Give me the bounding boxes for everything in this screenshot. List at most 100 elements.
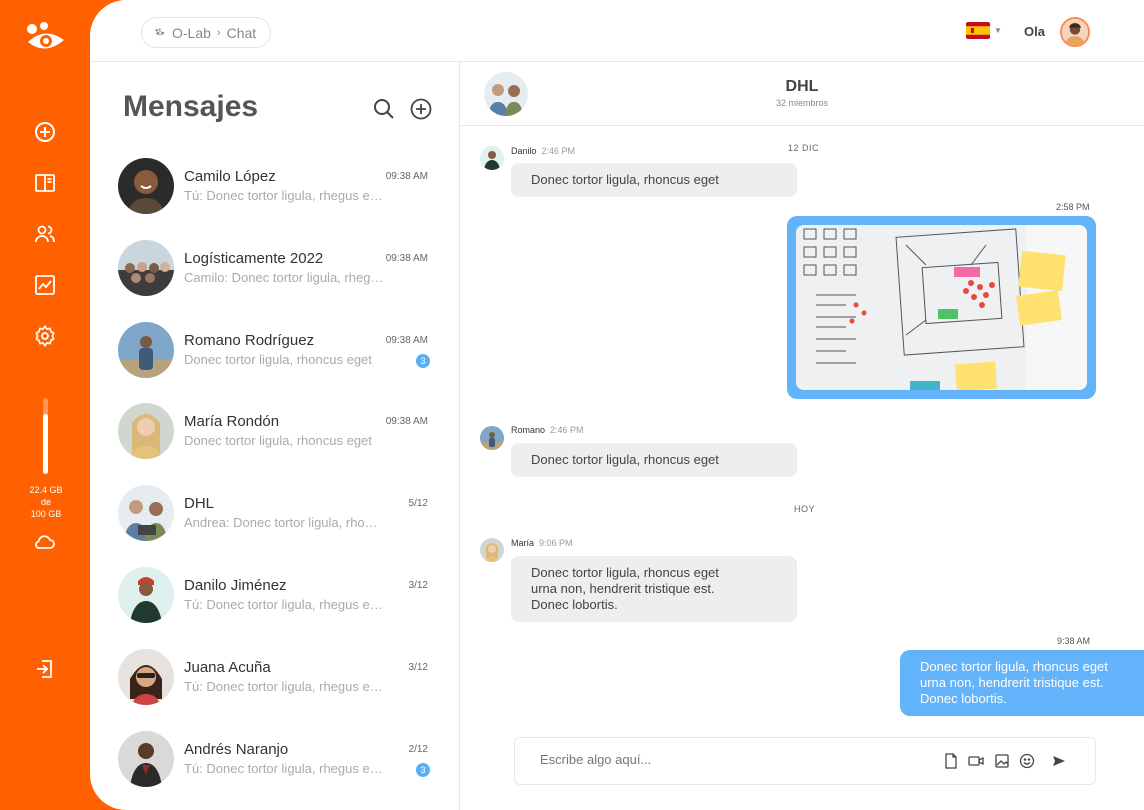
conversation-time: 2/12 <box>408 743 428 755</box>
conversation-item[interactable]: Romano Rodríguez 09:38 AM Donec tortor l… <box>90 318 460 400</box>
avatar <box>118 239 174 296</box>
o-lab-logo[interactable] <box>22 20 68 60</box>
conversation-name: Camilo López <box>184 168 276 185</box>
message-meta: Danilo 2:46 PM <box>511 146 575 156</box>
messages-title: Mensajes <box>123 90 259 123</box>
search-icon[interactable] <box>373 98 395 120</box>
message-time: 2:46 PM <box>541 146 576 156</box>
conversation-preview: Tú: Donec tortor ligula, rhegus eget <box>184 188 384 203</box>
storage-used: 22.4 GB <box>29 485 63 495</box>
conversation-time: 09:38 AM <box>385 334 428 346</box>
top-bar: O-Lab › Chat ▼ Ola <box>90 0 1144 62</box>
date-separator: 12 DIC <box>788 143 820 153</box>
image-message[interactable] <box>787 216 1096 399</box>
seen-eye-icon <box>1099 705 1113 715</box>
avatar <box>480 426 504 450</box>
message-line: urna non, hendrerit tristique est. <box>920 675 1104 690</box>
message-bubble: Donec tortor ligula, rhoncus eget <box>511 163 797 197</box>
video-icon[interactable] <box>968 753 984 769</box>
message-line: Donec tortor ligula, rhoncus eget <box>920 659 1108 674</box>
conversation-name: María Rondón <box>184 413 280 431</box>
message-sender: María <box>511 538 535 548</box>
main-panel: O-Lab › Chat ▼ Ola Mensajes Camilo López… <box>90 0 1144 810</box>
emoji-icon[interactable] <box>1019 753 1035 769</box>
breadcrumb-page: Chat <box>226 24 257 41</box>
attach-file-icon[interactable] <box>943 753 959 769</box>
conversation-name: Logísticamente 2022 <box>184 249 324 267</box>
conversation-time: 5/12 <box>408 498 428 510</box>
chat-members-count: 32 miembros <box>775 98 829 108</box>
message-time: 9:38 AM <box>1057 636 1091 646</box>
conversation-preview: Tú: Donec tortor ligula, rhegus eget <box>184 596 384 612</box>
conversation-preview: Andrea: Donec tortor ligula, rhoncus <box>184 515 384 531</box>
add-circle-icon[interactable] <box>33 120 57 144</box>
message-input[interactable] <box>540 752 920 767</box>
conversation-item[interactable]: Danilo Jiménez 3/12 Tú: Donec tortor lig… <box>90 563 460 645</box>
breadcrumb-separator: › <box>216 26 221 39</box>
conversation-item[interactable]: Logísticamente 2022 09:38 AM Camilo: Don… <box>90 236 460 318</box>
book-icon[interactable] <box>33 171 57 195</box>
unread-badge: 3 <box>416 353 430 368</box>
conversation-time: 09:38 AM <box>385 416 428 428</box>
message-composer <box>514 737 1096 785</box>
avatar <box>118 403 174 460</box>
conversation-name: Andrés Naranjo <box>184 740 289 758</box>
conversation-preview: Donec tortor ligula, rhoncus eget <box>184 433 372 449</box>
storage-of: de <box>40 497 51 507</box>
greeting: Ola <box>1024 24 1045 39</box>
chat-panel: DHL 32 miembros 12 DIC Danilo 2:46 PM Don… <box>460 62 1144 810</box>
conversation-preview: Tú: Donec tortor ligula, rhegus eget <box>184 760 384 776</box>
breadcrumb-app[interactable]: O-Lab <box>172 25 211 41</box>
message-bubble: Donec tortor ligula, rhoncus eget urna n… <box>511 556 797 622</box>
conversation-item[interactable]: María Rondón 09:38 AM Donec tortor ligul… <box>90 399 460 481</box>
storage-label: 22.4 GB de 100 GB <box>20 484 72 520</box>
conversation-item[interactable]: Juana Acuña 3/12 Tú: Donec tortor ligula… <box>90 645 460 727</box>
message-sender: Romano <box>511 425 546 435</box>
settings-icon[interactable] <box>33 324 57 348</box>
message-line: urna non, hendrerit tristique est. <box>531 581 715 596</box>
message-line: Donec tortor ligula, rhoncus eget <box>531 565 719 580</box>
breadcrumb[interactable]: O-Lab › Chat <box>141 17 272 48</box>
avatar <box>118 648 174 705</box>
avatar <box>480 538 504 562</box>
o-lab-small-icon <box>155 28 165 35</box>
storage-total: 100 GB <box>30 509 62 519</box>
spain-flag-icon[interactable] <box>966 22 990 39</box>
sidebar-nav: 22.4 GB de 100 GB <box>0 0 90 810</box>
conversation-time: 09:38 AM <box>385 252 428 264</box>
new-conversation-icon[interactable] <box>410 98 432 120</box>
storage-fill <box>43 414 48 474</box>
users-icon[interactable] <box>33 222 57 246</box>
avatar <box>118 158 174 214</box>
conversation-item[interactable]: Camilo López 09:38 AM Tú: Donec tortor l… <box>90 154 460 236</box>
language-caret-icon[interactable]: ▼ <box>994 26 1002 35</box>
message-bubble: Donec tortor ligula, rhoncus eget <box>511 443 797 477</box>
user-avatar[interactable] <box>1060 17 1090 47</box>
chat-title: DHL <box>785 78 819 95</box>
message-time: 2:46 PM <box>550 425 584 435</box>
conversation-time: 3/12 <box>408 579 428 591</box>
conversation-name: Juana Acuña <box>184 658 271 676</box>
message-line: Donec lobortis. <box>531 597 618 612</box>
conversation-item[interactable]: DHL 5/12 Andrea: Donec tortor ligula, rh… <box>90 481 460 563</box>
image-icon[interactable] <box>994 753 1010 769</box>
avatar <box>118 321 174 378</box>
message-time: 9:06 PM <box>539 538 573 548</box>
conversation-preview: Donec tortor ligula, rhoncus eget <box>184 351 372 367</box>
message-meta: María 9:06 PM <box>511 538 573 548</box>
date-separator: HOY <box>794 504 816 514</box>
conversation-preview: Camilo: Donec tortor ligula, rhegus <box>184 269 384 285</box>
whiteboard-illustration <box>796 225 1087 390</box>
conversation-time: 09:38 AM <box>385 171 428 182</box>
message-sender: Danilo <box>511 146 537 156</box>
send-icon[interactable] <box>1051 753 1067 769</box>
analytics-icon[interactable] <box>33 273 57 297</box>
conversation-item[interactable]: Andrés Naranjo 2/12 Tú: Donec tortor lig… <box>90 727 460 809</box>
avatar <box>480 146 504 170</box>
logout-icon[interactable] <box>33 657 57 681</box>
whiteboard-image[interactable] <box>796 225 1087 390</box>
message-time: 2:58 PM <box>1056 202 1090 212</box>
cloud-icon[interactable] <box>33 530 57 554</box>
conversation-list: Camilo López 09:38 AM Tú: Donec tortor l… <box>90 154 460 808</box>
conversation-name: Danilo Jiménez <box>184 576 287 594</box>
